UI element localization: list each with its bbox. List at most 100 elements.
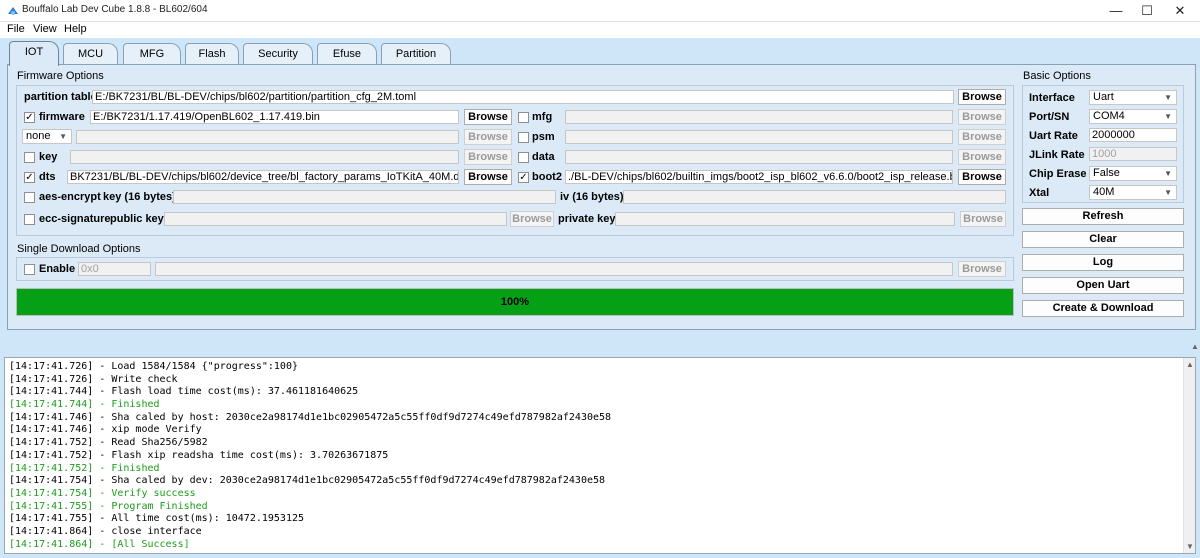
firmware-checkbox[interactable]: ✓	[24, 112, 35, 123]
splitter-handle-icon[interactable]: ▲	[1191, 342, 1199, 351]
boot2-browse-button[interactable]: Browse	[958, 169, 1006, 185]
mfg-checkbox[interactable]	[518, 112, 529, 123]
key-checkbox[interactable]	[24, 152, 35, 163]
mfg-browse-button[interactable]: Browse	[958, 109, 1006, 125]
xtal-select[interactable]: 40M ▼	[1089, 185, 1177, 200]
dts-input[interactable]: BK7231/BL/BL-DEV/chips/bl602/device_tree…	[67, 170, 459, 184]
basic-options-title: Basic Options	[1023, 70, 1091, 82]
jlink-rate-input[interactable]: 1000	[1089, 147, 1177, 161]
aes-key-input[interactable]	[173, 190, 556, 204]
tab-mcu[interactable]: MCU	[63, 43, 118, 65]
aes-key-label: key (16 bytes)	[103, 191, 176, 203]
open-uart-button[interactable]: Open Uart	[1022, 277, 1184, 294]
key-input[interactable]	[70, 150, 459, 164]
boot2-label: boot2	[532, 171, 562, 183]
chevron-down-icon: ▼	[59, 132, 67, 141]
aes-encrypt-checkbox[interactable]	[24, 192, 35, 203]
tab-partition[interactable]: Partition	[381, 43, 451, 65]
none-browse-button[interactable]: Browse	[464, 129, 512, 145]
menu-help[interactable]: Help	[64, 23, 87, 35]
data-browse-button[interactable]: Browse	[958, 149, 1006, 165]
chip-erase-value: False	[1093, 167, 1120, 179]
log-line: [14:17:41.726] - Write check	[9, 373, 178, 385]
log-line: [14:17:41.726] - Load 1584/1584 {"progre…	[9, 361, 298, 372]
single-download-path-input[interactable]	[155, 262, 953, 276]
log-line: [14:17:41.755] - Program Finished	[9, 500, 208, 512]
port-label: Port/SN	[1029, 111, 1070, 123]
progress-label: 100%	[500, 296, 530, 308]
aes-iv-input[interactable]	[623, 190, 1006, 204]
boot2-input[interactable]: ./BL-DEV/chips/bl602/builtin_imgs/boot2_…	[565, 170, 953, 184]
public-key-input[interactable]	[164, 212, 507, 226]
menu-view[interactable]: View	[33, 23, 57, 35]
firmware-input[interactable]: E:/BK7231/1.17.419/OpenBL602_1.17.419.bi…	[90, 110, 459, 124]
menu-bar: File View Help	[0, 22, 1200, 38]
log-line: [14:17:41.755] - All time cost(ms): 1047…	[9, 513, 305, 525]
uart-rate-input[interactable]: 2000000	[1089, 128, 1177, 142]
log-lines: [14:17:41.726] - Load 1584/1584 {"progre…	[9, 361, 1179, 551]
partition-table-input[interactable]: E:/BK7231/BL/BL-DEV/chips/bl602/partitio…	[92, 90, 954, 104]
log-line: [14:17:41.752] - Read Sha256/5982	[9, 437, 208, 449]
menu-file[interactable]: File	[7, 23, 25, 35]
psm-browse-button[interactable]: Browse	[958, 129, 1006, 145]
tab-security[interactable]: Security	[243, 43, 313, 65]
partition-table-label: partition table	[24, 91, 97, 103]
data-input[interactable]	[565, 150, 953, 164]
public-key-label: public key	[110, 213, 164, 225]
firmware-options-title: Firmware Options	[17, 70, 104, 82]
clear-button[interactable]: Clear	[1022, 231, 1184, 248]
chevron-down-icon: ▼	[1164, 188, 1172, 197]
key-label: key	[39, 151, 58, 163]
create-download-button[interactable]: Create & Download	[1022, 300, 1184, 317]
enable-checkbox[interactable]	[24, 264, 35, 275]
single-download-address-input[interactable]: 0x0	[78, 262, 151, 276]
dts-checkbox[interactable]: ✓	[24, 172, 35, 183]
none-select[interactable]: none ▼	[22, 129, 72, 144]
log-output[interactable]: [14:17:41.726] - Load 1584/1584 {"progre…	[4, 357, 1196, 554]
port-select[interactable]: COM4 ▼	[1089, 109, 1177, 124]
download-progress-bar: 100%	[16, 288, 1014, 316]
data-checkbox[interactable]	[518, 152, 529, 163]
mfg-input[interactable]	[565, 110, 953, 124]
window-title: Bouffalo Lab Dev Cube 1.8.8 - BL602/604	[22, 4, 208, 15]
public-key-browse-button[interactable]: Browse	[510, 211, 554, 227]
bouffalo-logo-icon	[8, 7, 18, 15]
mfg-label: mfg	[532, 111, 553, 123]
log-scrollbar[interactable]: ▲ ▼	[1183, 358, 1195, 553]
log-line: [14:17:41.744] - Finished	[9, 399, 160, 411]
chevron-down-icon: ▼	[1164, 112, 1172, 121]
tab-iot[interactable]: IOT	[9, 41, 59, 66]
psm-checkbox[interactable]	[518, 132, 529, 143]
close-button[interactable]: ✕	[1160, 0, 1200, 22]
xtal-label: Xtal	[1029, 187, 1050, 199]
port-value: COM4	[1093, 110, 1125, 122]
private-key-browse-button[interactable]: Browse	[960, 211, 1006, 227]
ecc-signature-label: ecc-signature	[39, 213, 111, 225]
single-download-browse-button[interactable]: Browse	[958, 261, 1006, 277]
log-line: [14:17:41.752] - Flash xip readsha time …	[9, 449, 389, 461]
chevron-down-icon: ▼	[1164, 93, 1172, 102]
none-input[interactable]	[76, 130, 459, 144]
log-button[interactable]: Log	[1022, 254, 1184, 271]
tab-efuse[interactable]: Efuse	[317, 43, 377, 65]
chip-erase-select[interactable]: False ▼	[1089, 166, 1177, 181]
interface-select[interactable]: Uart ▼	[1089, 90, 1177, 105]
tab-mfg[interactable]: MFG	[123, 43, 181, 65]
title-bar: Bouffalo Lab Dev Cube 1.8.8 - BL602/604 …	[0, 0, 1200, 22]
log-line: [14:17:41.754] - Sha caled by dev: 2030c…	[9, 475, 606, 487]
scroll-down-icon[interactable]: ▼	[1186, 542, 1194, 551]
boot2-checkbox[interactable]: ✓	[518, 172, 529, 183]
refresh-button[interactable]: Refresh	[1022, 208, 1184, 225]
partition-table-browse-button[interactable]: Browse	[958, 89, 1006, 105]
ecc-signature-checkbox[interactable]	[24, 214, 35, 225]
aes-iv-label: iv (16 bytes)	[560, 191, 624, 203]
chip-erase-label: Chip Erase	[1029, 168, 1087, 180]
private-key-input[interactable]	[615, 212, 955, 226]
firmware-browse-button[interactable]: Browse	[464, 109, 512, 125]
tab-flash[interactable]: Flash	[185, 43, 239, 65]
scroll-up-icon[interactable]: ▲	[1186, 360, 1194, 369]
key-browse-button[interactable]: Browse	[464, 149, 512, 165]
dts-browse-button[interactable]: Browse	[464, 169, 512, 185]
uart-rate-label: Uart Rate	[1029, 130, 1078, 142]
psm-input[interactable]	[565, 130, 953, 144]
